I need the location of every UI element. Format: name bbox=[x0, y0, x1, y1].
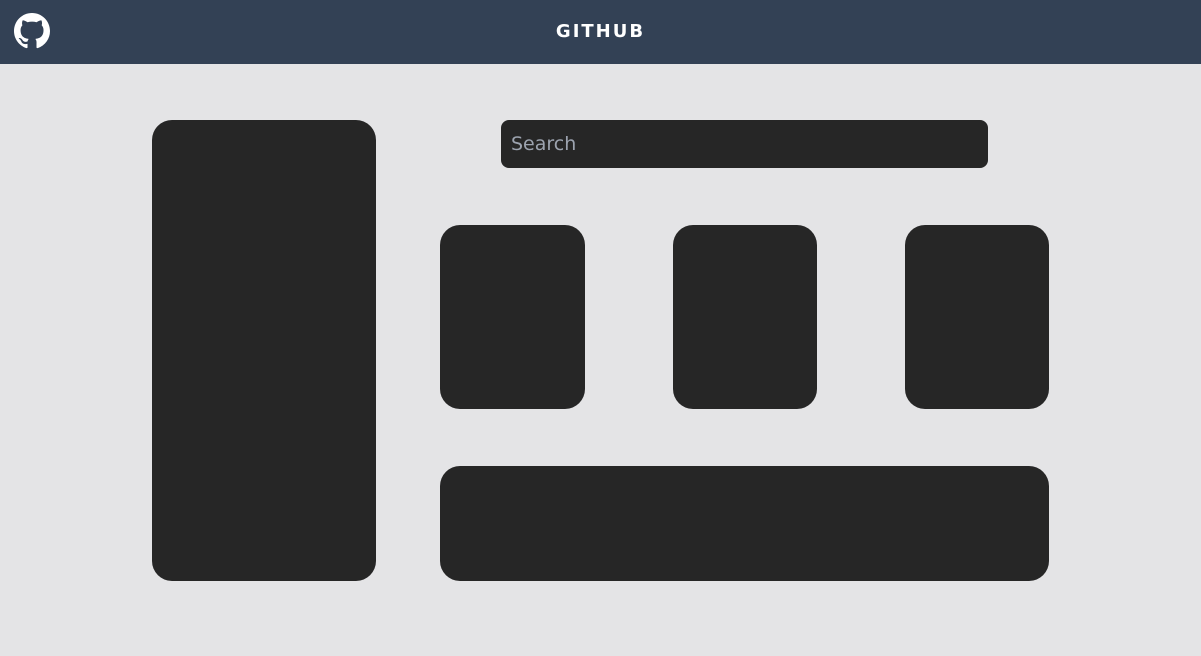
page-title: GITHUB bbox=[555, 21, 646, 42]
stat-card-2 bbox=[673, 225, 817, 409]
repo-list-panel bbox=[440, 466, 1049, 581]
search-input[interactable] bbox=[501, 120, 988, 168]
profile-sidebar-panel bbox=[152, 120, 376, 581]
stat-card-3 bbox=[905, 225, 1049, 409]
stat-card-1 bbox=[440, 225, 585, 409]
app-header: GITHUB bbox=[0, 0, 1201, 64]
